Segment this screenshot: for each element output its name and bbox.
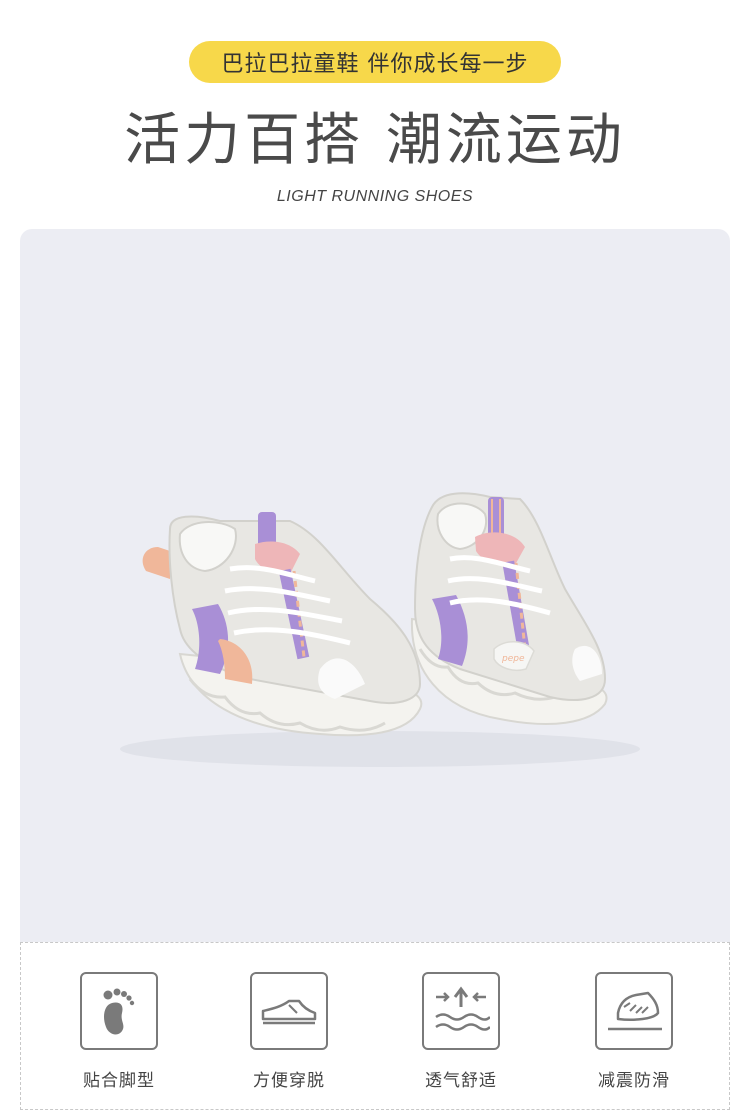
- feature-easy-on-label: 方便穿脱: [253, 1071, 325, 1091]
- airflow-icon: [422, 972, 500, 1050]
- shoe-logo-text: pepe: [501, 654, 525, 664]
- left-sneaker: [142, 512, 423, 737]
- feature-strip: 贴合脚型 方便穿脱 透气舒适 减震防滑: [20, 942, 730, 1110]
- product-photo: pepe: [20, 229, 730, 942]
- right-sneaker: pepe: [410, 492, 608, 725]
- feature-fit: 贴合脚型: [59, 972, 179, 1102]
- feature-fit-label: 贴合脚型: [83, 1071, 155, 1091]
- sneakers-illustration: pepe: [120, 492, 640, 767]
- brand-slogan-pill: 巴拉巴拉童鞋 伴你成长每一步: [189, 41, 561, 83]
- foot-icon: [80, 972, 158, 1050]
- feature-shock-absorb: 减震防滑: [574, 972, 694, 1102]
- brand-slogan-text: 巴拉巴拉童鞋 伴你成长每一步: [221, 52, 529, 77]
- shoe-icon: [250, 972, 328, 1050]
- feature-shock-absorb-label: 减震防滑: [598, 1071, 670, 1091]
- feature-breathable: 透气舒适: [401, 972, 521, 1102]
- sole-icon: [595, 972, 673, 1050]
- page-subtitle: LIGHT RUNNING SHOES: [276, 188, 474, 205]
- feature-easy-on: 方便穿脱: [229, 972, 349, 1102]
- feature-breathable-label: 透气舒适: [425, 1071, 497, 1091]
- page-title: 活力百搭 潮流运动: [124, 108, 626, 173]
